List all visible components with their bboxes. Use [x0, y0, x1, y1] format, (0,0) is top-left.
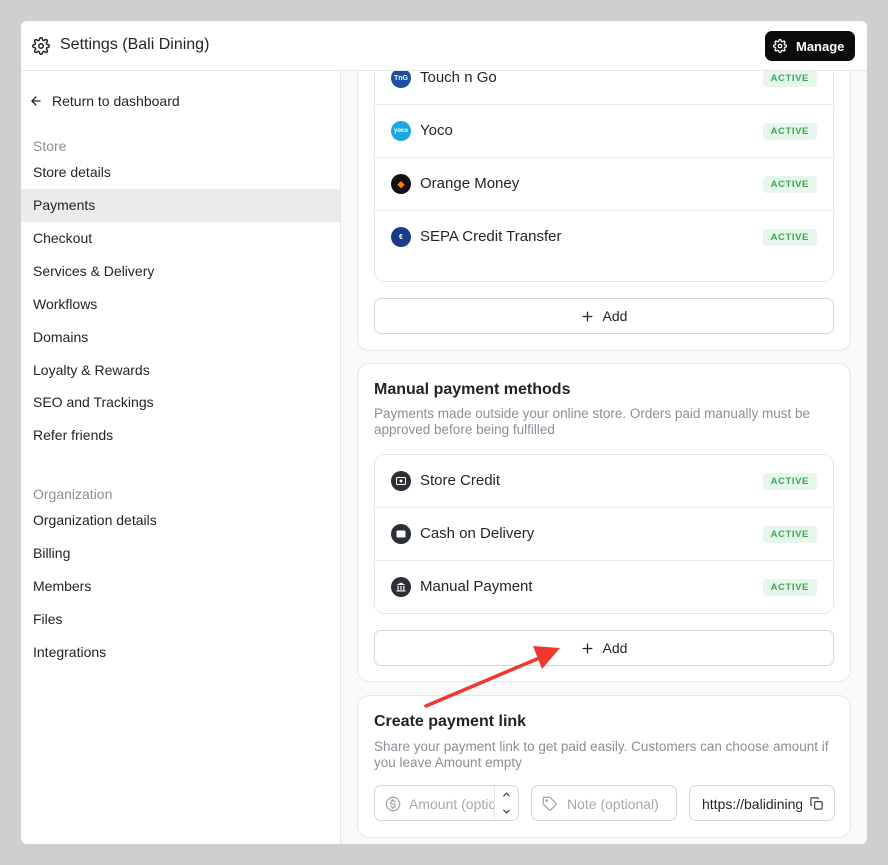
payment-link-card: Create payment link Share your payment l… — [357, 695, 851, 838]
amount-placeholder: Amount (optional) — [409, 796, 495, 812]
sidebar-item-organization-details[interactable]: Organization details — [21, 504, 340, 537]
settings-window: Settings (Bali Dining) Manage Return to … — [21, 21, 867, 844]
payment-link-field[interactable]: https://balidining — [689, 785, 835, 821]
sidebar-item-integrations[interactable]: Integrations — [21, 636, 340, 669]
yoco-icon: yoco — [391, 121, 411, 141]
dollar-circle-icon — [385, 796, 401, 812]
orange-money-icon: ◆ — [391, 174, 411, 194]
sidebar-item-refer-friends[interactable]: Refer friends — [21, 419, 340, 452]
list-item[interactable]: TnG Touch n Go ACTIVE — [375, 71, 833, 105]
main-content: TnG Touch n Go ACTIVE yoco Yoco ACTIVE ◆… — [341, 71, 867, 844]
copy-icon[interactable] — [809, 796, 824, 811]
touch-n-go-icon: TnG — [391, 71, 411, 88]
payment-link-description: Share your payment link to get paid easi… — [374, 739, 829, 770]
sidebar-item-seo-trackings[interactable]: SEO and Trackings — [21, 386, 340, 419]
add-label: Add — [602, 640, 628, 656]
sidebar-item-services-delivery[interactable]: Services & Delivery — [21, 255, 340, 288]
payment-link-title: Create payment link — [374, 713, 527, 730]
store-credit-icon — [391, 471, 411, 491]
method-name: Cash on Delivery — [420, 525, 535, 542]
list-item[interactable]: Cash on Delivery ACTIVE — [375, 508, 833, 561]
online-payment-methods-card: TnG Touch n Go ACTIVE yoco Yoco ACTIVE ◆… — [357, 71, 851, 351]
status-badge: ACTIVE — [762, 473, 817, 490]
note-input[interactable]: Note (optional) — [531, 785, 677, 821]
sidebar-item-workflows[interactable]: Workflows — [21, 288, 340, 321]
gear-icon — [32, 37, 50, 55]
plus-icon — [582, 311, 593, 321]
add-manual-method-button[interactable]: Add — [374, 630, 834, 666]
stepper-up[interactable] — [495, 786, 518, 803]
return-to-dashboard-link[interactable]: Return to dashboard — [29, 93, 180, 109]
return-label: Return to dashboard — [52, 93, 180, 109]
store-section-label: Store — [33, 138, 67, 154]
list-item[interactable]: yoco Yoco ACTIVE — [375, 105, 833, 158]
manage-button[interactable]: Manage — [765, 31, 855, 61]
sepa-icon: € — [391, 227, 411, 247]
sidebar-item-payments[interactable]: Payments — [21, 189, 340, 222]
manual-methods-title: Manual payment methods — [374, 381, 571, 398]
method-name: Touch n Go — [420, 71, 497, 86]
amount-input[interactable]: Amount (optional) — [374, 785, 519, 821]
status-badge: ACTIVE — [762, 579, 817, 596]
method-name: Manual Payment — [420, 578, 533, 595]
sidebar-item-loyalty-rewards[interactable]: Loyalty & Rewards — [21, 354, 340, 387]
bank-icon — [391, 577, 411, 597]
chevron-down-icon — [503, 809, 510, 814]
top-bar: Settings (Bali Dining) Manage — [21, 21, 867, 71]
add-label: Add — [602, 308, 628, 324]
status-badge: ACTIVE — [762, 526, 817, 543]
plus-icon — [582, 643, 593, 653]
sidebar-item-store-details[interactable]: Store details — [21, 156, 340, 189]
status-badge: ACTIVE — [762, 229, 817, 246]
amount-stepper[interactable] — [494, 786, 518, 820]
status-badge: ACTIVE — [762, 176, 817, 193]
arrow-left-icon — [31, 96, 41, 106]
sidebar-item-billing[interactable]: Billing — [21, 537, 340, 570]
method-name: SEPA Credit Transfer — [420, 228, 562, 245]
cash-icon — [391, 524, 411, 544]
gear-icon — [773, 39, 787, 53]
add-online-method-button[interactable]: Add — [374, 298, 834, 334]
sidebar: Return to dashboard Store Store details … — [21, 71, 341, 844]
chevron-up-icon — [503, 792, 510, 797]
status-badge: ACTIVE — [762, 71, 817, 87]
list-item[interactable]: € SEPA Credit Transfer ACTIVE — [375, 211, 833, 264]
sidebar-item-domains[interactable]: Domains — [21, 321, 340, 354]
method-name: Store Credit — [420, 472, 501, 489]
method-name: Yoco — [420, 122, 453, 139]
stepper-down[interactable] — [495, 803, 518, 820]
manage-label: Manage — [796, 39, 845, 54]
note-placeholder: Note (optional) — [567, 796, 659, 812]
sidebar-item-files[interactable]: Files — [21, 603, 340, 636]
status-badge: ACTIVE — [762, 123, 817, 140]
list-item[interactable]: ◆ Orange Money ACTIVE — [375, 158, 833, 211]
payment-link-value: https://balidining — [702, 796, 802, 812]
list-item[interactable]: Store Credit ACTIVE — [375, 455, 833, 508]
manual-methods-description: Payments made outside your online store.… — [374, 406, 810, 437]
online-methods-list: TnG Touch n Go ACTIVE yoco Yoco ACTIVE ◆… — [374, 71, 834, 282]
method-name: Orange Money — [420, 175, 520, 192]
sidebar-item-checkout[interactable]: Checkout — [21, 222, 340, 255]
sidebar-item-members[interactable]: Members — [21, 570, 340, 603]
organization-section-label: Organization — [33, 486, 113, 502]
manual-payment-methods-card: Manual payment methods Payments made out… — [357, 363, 851, 682]
manual-methods-list: Store Credit ACTIVE Cash on Delivery ACT… — [374, 454, 834, 614]
page-title: Settings (Bali Dining) — [60, 36, 210, 53]
tag-icon — [542, 796, 557, 811]
list-item[interactable]: Manual Payment ACTIVE — [375, 561, 833, 613]
